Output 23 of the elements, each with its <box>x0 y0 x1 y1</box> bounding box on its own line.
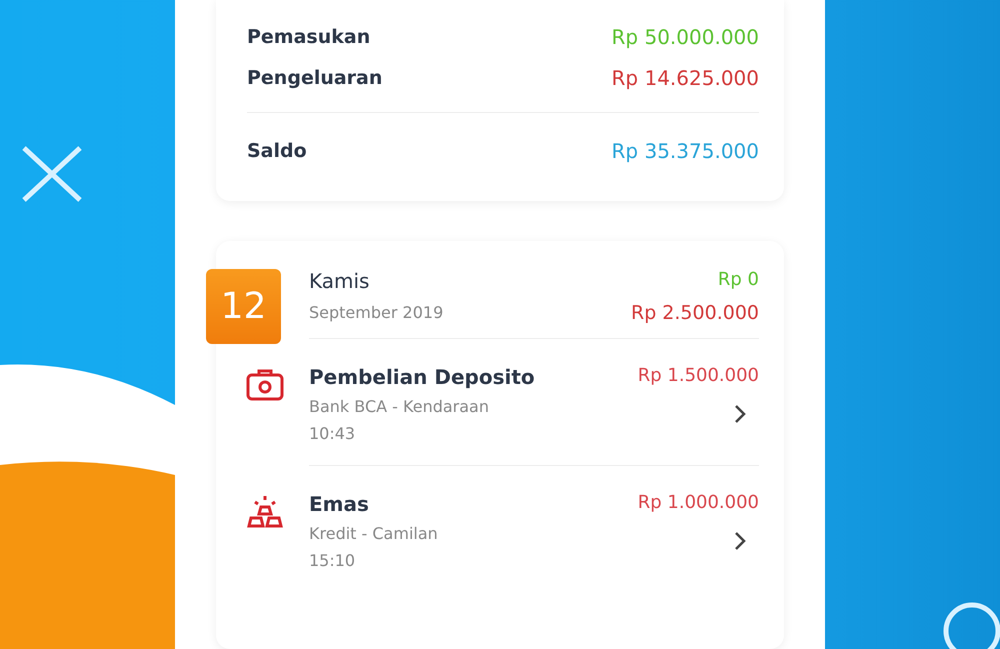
summary-amount: Rp 50.000.000 <box>612 24 759 48</box>
chevron-right-icon[interactable] <box>733 404 747 424</box>
summary-label: Saldo <box>247 140 307 162</box>
bars-stack-icon <box>246 494 284 528</box>
month-text: September 2019 <box>309 303 444 322</box>
summary-label: Pemasukan <box>247 26 370 48</box>
summary-amount: Rp 14.625.000 <box>612 66 759 90</box>
summary-amount: Rp 35.375.000 <box>612 139 759 163</box>
transaction-amount: Rp 1.000.000 <box>638 492 759 513</box>
chevron-right-icon[interactable] <box>733 531 747 551</box>
transaction-title: Emas <box>309 492 370 516</box>
summary-label: Pengeluaran <box>247 66 382 88</box>
day-income: Rp 0 <box>718 269 759 290</box>
date-badge: 12 <box>206 269 281 344</box>
transaction-time: 15:10 <box>309 551 356 570</box>
transaction-time: 10:43 <box>309 424 356 443</box>
transaction-amount: Rp 1.500.000 <box>638 365 759 386</box>
weekday-text: Kamis <box>309 269 370 293</box>
camera-bag-icon <box>246 367 284 401</box>
transaction-detail: Bank BCA - Kendaraan <box>309 397 490 416</box>
transaction-title: Pembelian Deposito <box>309 365 536 389</box>
day-expense: Rp 2.500.000 <box>631 302 759 324</box>
transaction-detail: Kredit - Camilan <box>309 524 439 543</box>
